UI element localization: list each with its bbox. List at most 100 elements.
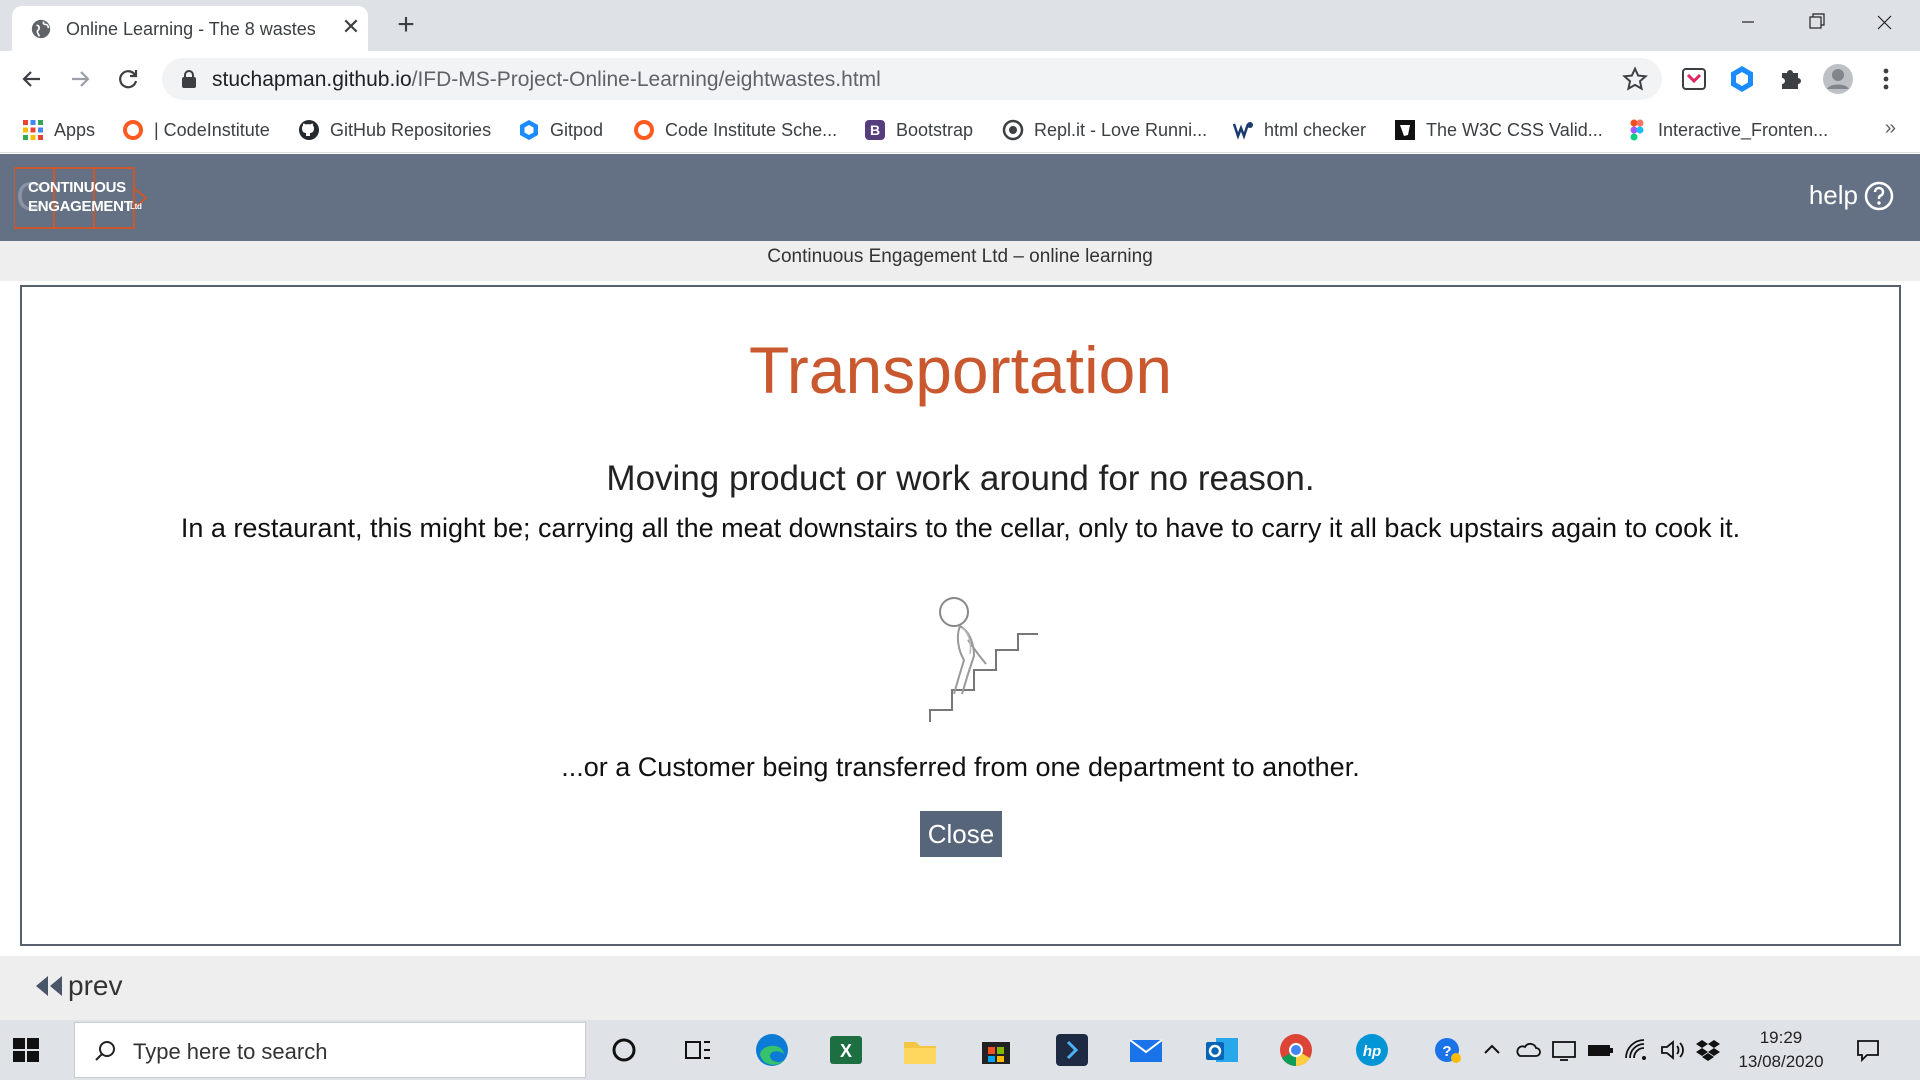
svg-text:B: B [870,122,880,138]
minimize-window-icon[interactable] [1714,0,1782,44]
w3c-icon [1232,122,1253,140]
site-subtitle-bar: Continuous Engagement Ltd – online learn… [0,241,1920,281]
double-arrow-left-icon [36,976,62,996]
browser-toolbar: stuchapman.github.io/IFD-MS-Project-Onli… [0,51,1920,107]
outlook-icon[interactable] [1202,1030,1242,1070]
cortana-icon[interactable] [604,1030,644,1070]
waste-extra-example: ...or a Customer being transferred from … [561,752,1360,782]
help-link[interactable]: help [1809,180,1894,211]
hp-support-icon[interactable]: hp [1352,1030,1392,1070]
windows-taskbar: Type here to search X hp ? 19:29 13/08/2… [0,1020,1920,1080]
chrome-icon[interactable] [1276,1030,1316,1070]
extension-gitpod-icon[interactable] [1726,63,1758,95]
site-header: C CONTINUOUS ENGAGEMENT Ltd help [0,154,1920,241]
bookmark-label: | CodeInstitute [154,119,270,140]
bookmark-apps[interactable]: Apps [22,115,95,145]
volume-icon[interactable] [1658,1036,1686,1064]
bookmark-codeinstitute-schedule[interactable]: Code Institute Sche... [633,115,837,145]
mail-icon[interactable] [1126,1030,1166,1070]
bookmark-label: Apps [54,119,96,140]
file-explorer-icon[interactable] [900,1030,940,1070]
search-placeholder: Type here to search [133,1039,328,1064]
display-tray-icon[interactable] [1550,1036,1578,1064]
bookmark-interactive-frontend[interactable]: Interactive_Fronten... [1626,115,1828,145]
bookmark-codeinstitute[interactable]: | CodeInstitute [122,115,270,145]
tab-close-icon[interactable]: ✕ [338,14,364,40]
question-circle-icon [1864,181,1894,210]
logo-line2: ENGAGEMENT [28,198,133,215]
bookmark-github[interactable]: GitHub Repositories [298,115,491,145]
onedrive-cloud-icon[interactable] [1514,1036,1542,1064]
taskbar-search-box[interactable]: Type here to search [74,1022,586,1078]
browser-tab-active[interactable]: Online Learning - The 8 wastes ✕ [12,6,368,51]
bookmark-replit[interactable]: Repl.it - Love Runni... [1002,115,1207,145]
taskbar-clock[interactable]: 19:29 13/08/2020 [1726,1026,1836,1074]
waste-example: In a restaurant, this might be; carrying… [180,513,1741,543]
bookmark-gitpod[interactable]: Gitpod [518,115,603,145]
back-arrow-icon[interactable] [16,63,48,95]
bookmark-label: Interactive_Fronten... [1658,119,1829,140]
svg-text:?: ? [1442,1043,1451,1060]
waste-title: Transportation [748,333,1173,407]
waste-detail-panel: Transportation Moving product or work ar… [20,285,1901,946]
codeinstitute-icon [634,120,654,140]
address-bar[interactable]: stuchapman.github.io/IFD-MS-Project-Onli… [162,58,1662,100]
page-footer: prev [0,956,1920,1020]
dropbox-icon[interactable] [1694,1036,1722,1064]
clock-date: 13/08/2020 [1738,1052,1824,1071]
close-window-icon[interactable] [1850,0,1918,44]
w3c-css-icon [1395,120,1415,140]
bookmark-label: html checker [1264,119,1367,140]
url-path: /IFD-MS-Project-Online-Learning/eightwas… [411,68,881,91]
waste-definition: Moving product or work around for no rea… [606,459,1315,498]
bookmark-label: Gitpod [550,119,604,140]
bootstrap-icon: B [865,120,885,140]
help-label: help [1808,180,1858,210]
close-button[interactable]: Close [920,811,1002,857]
prev-label: prev [68,970,123,1001]
person-climbing-stairs-illustration [929,597,1038,722]
logo-ltd: Ltd [130,202,142,211]
bookmarks-overflow-button[interactable]: » [1885,117,1896,140]
tab-title: Online Learning - The 8 wastes [66,19,316,39]
microsoft-store-icon[interactable] [976,1030,1016,1070]
url-text[interactable]: stuchapman.github.io/IFD-MS-Project-Onli… [212,68,881,92]
notifications-icon[interactable] [1854,1036,1882,1064]
help-tray-icon[interactable]: ? [1434,1036,1462,1064]
search-icon [95,1041,115,1061]
bookmark-bootstrap[interactable]: B Bootstrap [864,115,973,145]
extensions-puzzle-icon[interactable] [1774,63,1806,95]
prev-button[interactable]: prev [34,970,122,1002]
bookmark-label: Bootstrap [896,119,974,140]
bookmark-label: GitHub Repositories [330,119,492,140]
svg-text:X: X [840,1041,852,1061]
windows-start-icon[interactable] [12,1036,40,1064]
bookmark-label: Code Institute Sche... [665,119,838,140]
globe-icon [31,19,51,39]
codeinstitute-icon [123,120,143,140]
powershell-app-icon[interactable] [1052,1030,1092,1070]
browser-tabstrip: Online Learning - The 8 wastes ✕ + [0,0,1920,51]
bookmark-html-checker[interactable]: html checker [1232,115,1366,145]
edge-browser-icon[interactable] [752,1030,792,1070]
browser-menu-icon[interactable] [1870,63,1902,95]
restore-window-icon[interactable] [1782,0,1850,44]
excel-icon[interactable]: X [826,1030,866,1070]
apps-grid-icon [23,120,43,140]
task-view-icon[interactable] [678,1030,718,1070]
battery-icon[interactable] [1586,1036,1614,1064]
forward-arrow-icon[interactable] [64,63,96,95]
extension-pocket-icon[interactable] [1678,63,1710,95]
url-host: stuchapman.github.io [212,68,412,91]
profile-avatar-icon[interactable] [1822,63,1854,95]
reload-icon[interactable] [112,63,144,95]
bookmark-label: The W3C CSS Valid... [1426,119,1603,140]
replit-icon [1002,119,1024,141]
wifi-icon[interactable] [1622,1036,1650,1064]
bookmark-star-icon[interactable] [1622,66,1648,92]
chevron-up-icon[interactable] [1478,1036,1506,1064]
new-tab-button[interactable]: + [390,10,422,42]
site-logo[interactable]: C CONTINUOUS ENGAGEMENT Ltd [14,166,180,230]
lock-icon[interactable] [180,69,198,89]
bookmark-w3c-css[interactable]: The W3C CSS Valid... [1394,115,1603,145]
